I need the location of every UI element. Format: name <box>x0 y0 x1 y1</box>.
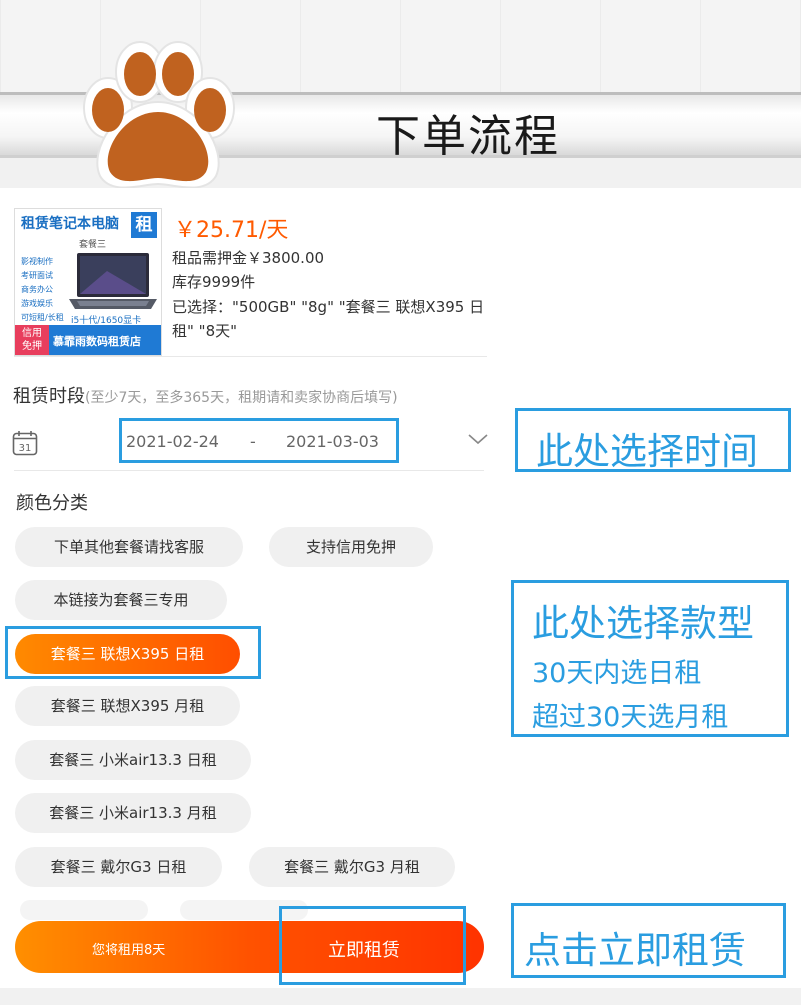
credit-badge-line: 信用 <box>22 328 42 339</box>
click-annotation-text: 点击立即租赁 <box>524 929 746 972</box>
selected-text-cont: 租" "8天" <box>172 322 238 340</box>
divider <box>14 356 487 357</box>
sku-option-partial[interactable] <box>20 900 148 920</box>
rental-period-label: 租赁时段(至少7天，至多365天，租期请和卖家协商后填写) <box>13 382 398 408</box>
stock-text: 库存9999件 <box>172 273 256 291</box>
shop-name: 慕霏雨数码租赁店 <box>53 335 141 348</box>
rental-period-title: 租赁时段 <box>13 386 85 407</box>
option-highlight-box <box>5 626 261 679</box>
thumbnail-features: 影视制作 考研面试 商务办公 游戏娱乐 可短租/长租 <box>21 255 64 325</box>
color-category-label: 颜色分类 <box>16 493 88 514</box>
sku-option[interactable]: 套餐三 联想X395 月租 <box>15 686 240 726</box>
divider <box>14 470 484 471</box>
thumbnail-heading: 租赁笔记本电脑 <box>21 216 119 232</box>
thumbnail-subtitle: 套餐三 <box>79 240 107 250</box>
sku-option[interactable]: 支持信用免押 <box>269 527 433 567</box>
button-highlight-box <box>279 906 466 985</box>
calendar-day: 31 <box>19 443 32 454</box>
thumbnail-badge: 租 <box>131 212 157 238</box>
product-thumbnail: 租赁笔记本电脑 租 套餐三 影视制作 考研面试 商务办公 游戏娱乐 可短租/长租… <box>14 208 162 356</box>
sku-option[interactable]: 本链接为套餐三专用 <box>15 580 227 620</box>
sku-option[interactable]: 套餐三 小米air13.3 日租 <box>15 740 251 780</box>
sku-option[interactable]: 套餐三 戴尔G3 月租 <box>249 847 455 887</box>
credit-badge-line: 免押 <box>22 341 42 352</box>
thumbnail-feature: 游戏娱乐 <box>21 299 53 308</box>
rental-period-hint: (至少7天，至多365天，租期请和卖家协商后填写) <box>85 390 398 406</box>
sku-option[interactable]: 下单其他套餐请找客服 <box>15 527 243 567</box>
credit-badge: 信用 免押 <box>15 325 49 355</box>
sku-option[interactable]: 套餐三 小米air13.3 月租 <box>15 793 251 833</box>
chevron-down-icon[interactable] <box>467 432 489 446</box>
model-annotation-line: 超过30天选月租 <box>532 702 729 733</box>
rent-days-text: 您将租用8天 <box>92 943 166 958</box>
thumbnail-footer: 信用 免押 慕霏雨数码租赁店 <box>15 325 161 355</box>
model-annotation-line: 30天内选日租 <box>532 658 702 689</box>
laptop-icon <box>69 253 157 309</box>
thumbnail-feature: 考研面试 <box>21 271 53 280</box>
thumbnail-feature: 商务办公 <box>21 285 53 294</box>
time-annotation: 此处选择时间 <box>515 408 791 473</box>
selected-text: 已选择："500GB" "8g" "套餐三 联想X395 日 <box>172 298 485 316</box>
paw-icon <box>83 41 235 189</box>
deposit-text: 租品需押金￥3800.00 <box>172 249 325 267</box>
calendar-icon[interactable]: 31 <box>12 430 38 456</box>
product-price: ￥25.71/天 <box>174 218 289 243</box>
click-annotation: 点击立即租赁 <box>511 903 786 978</box>
model-annotation: 此处选择款型 30天内选日租 超过30天选月租 <box>511 580 789 737</box>
banner-title: 下单流程 <box>376 111 560 162</box>
sku-option[interactable]: 套餐三 戴尔G3 日租 <box>15 847 222 887</box>
thumbnail-feature: 可短租/长租 <box>21 313 64 322</box>
thumbnail-feature: 影视制作 <box>21 257 53 266</box>
date-highlight-box <box>119 418 399 463</box>
time-annotation-text: 此处选择时间 <box>536 430 758 473</box>
model-annotation-title: 此处选择款型 <box>532 602 754 645</box>
